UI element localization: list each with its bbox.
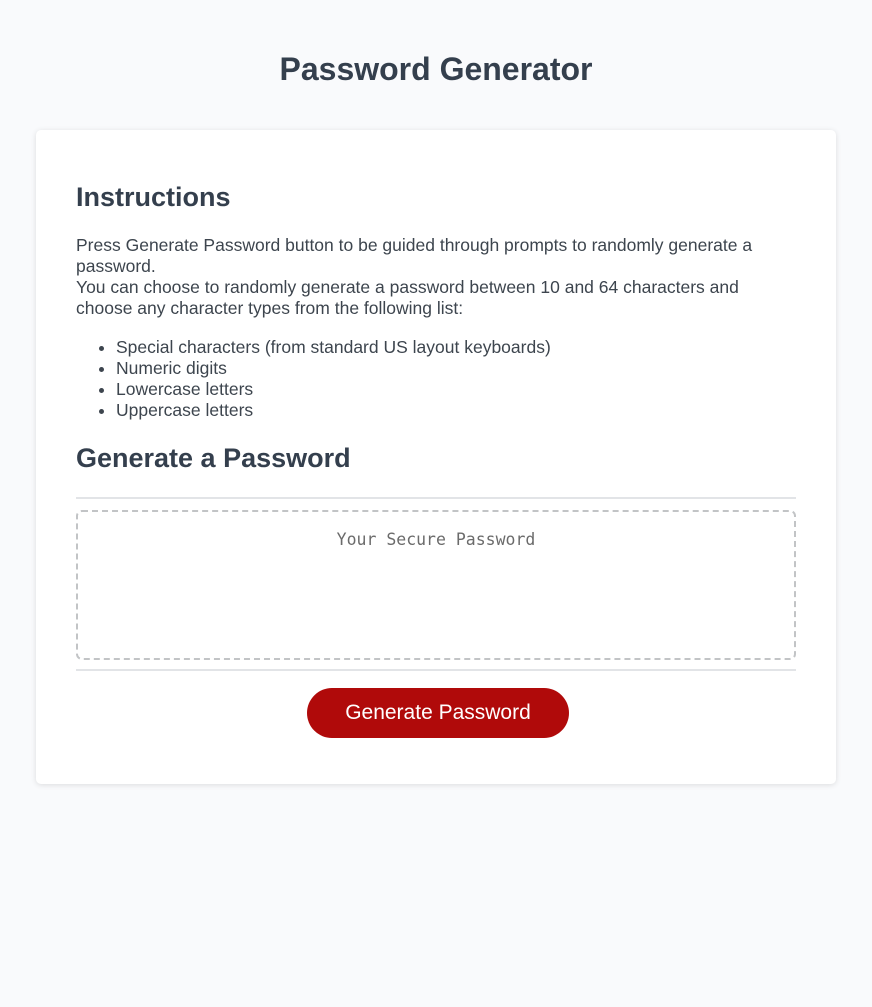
generate-password-button[interactable]: Generate Password (307, 688, 569, 738)
password-output-textarea[interactable] (76, 510, 796, 660)
divider-bottom (76, 669, 796, 671)
instructions-line-1: Press Generate Password button to be gui… (76, 235, 753, 276)
instructions-heading: Instructions (76, 182, 231, 212)
character-type-list: Special characters (from standard US lay… (76, 337, 551, 421)
divider-top (76, 497, 796, 499)
list-item: Numeric digits (116, 358, 551, 379)
instructions-line-2: You can choose to randomly generate a pa… (76, 277, 739, 318)
list-item: Lowercase letters (116, 379, 551, 400)
instructions-text: Press Generate Password button to be gui… (76, 235, 796, 319)
password-card: Instructions Press Generate Password but… (36, 130, 836, 784)
list-item: Uppercase letters (116, 400, 551, 421)
list-item: Special characters (from standard US lay… (116, 337, 551, 358)
generate-heading: Generate a Password (76, 443, 351, 473)
page-title: Password Generator (279, 51, 593, 87)
